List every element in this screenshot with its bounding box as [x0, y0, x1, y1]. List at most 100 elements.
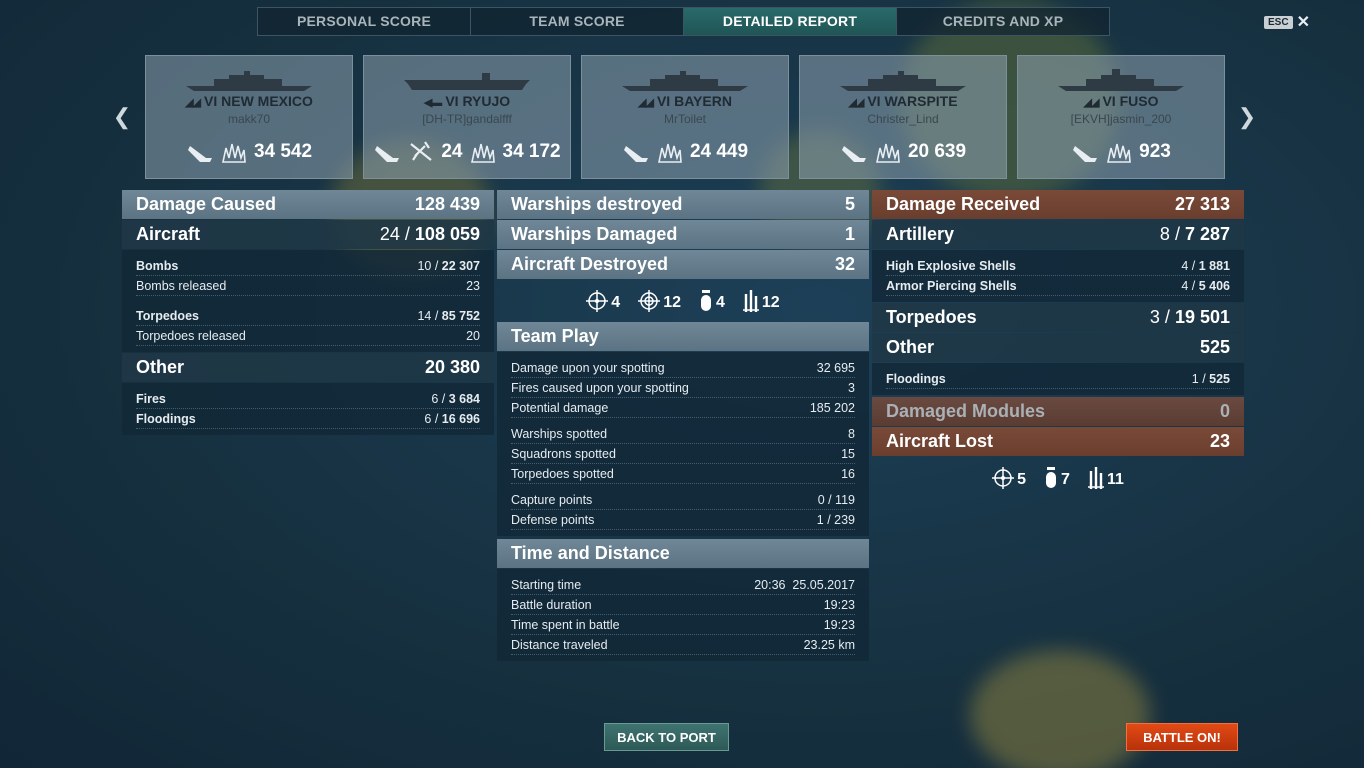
- player-name: Christer_Lind: [867, 112, 939, 126]
- torpedoes-received-header: Torpedoes 3 / 19 501: [872, 303, 1244, 332]
- ship-card[interactable]: ◢◢ VI BAYERN MrToilet 24 449: [581, 55, 789, 179]
- bomb-icon: [1046, 467, 1057, 488]
- player-name: makk70: [227, 112, 271, 126]
- stat-row: Defense points 1 / 239: [511, 510, 855, 530]
- ship-tier: VI: [445, 93, 459, 109]
- stat-row: Capture points 0 / 119: [511, 490, 855, 510]
- close-icon[interactable]: ✕: [1297, 12, 1310, 32]
- stat-row: Bombs released 23: [136, 276, 480, 296]
- stat-row: Time spent in battle 19:23: [511, 615, 855, 635]
- damage-value: 34 542: [253, 141, 313, 162]
- back-to-port-button[interactable]: BACK TO PORT: [604, 723, 729, 751]
- damaged-modules-header: Damaged Modules 0: [872, 397, 1244, 426]
- stat-row: Squadrons spotted 15: [511, 444, 855, 464]
- warships-destroyed-header: Warships destroyed 5: [497, 190, 869, 219]
- stat-row: Torpedoes released 20: [136, 326, 480, 346]
- bomb-icon: [701, 290, 711, 311]
- planes-shot-down-value: 24: [441, 141, 463, 162]
- damage-value: 24 449: [689, 141, 749, 162]
- tab-team-score[interactable]: TEAM SCORE: [471, 8, 684, 35]
- battleship-class-icon: ◢◢: [848, 97, 864, 109]
- ship-name: FUSO: [1119, 93, 1159, 109]
- fighter-crosshair-icon: [586, 290, 609, 312]
- aircraft-damage-header: Aircraft 24 / 108 059: [122, 220, 494, 249]
- player-name: [DH-TR]gandalfff: [422, 112, 512, 126]
- close-control[interactable]: ESC ✕: [1264, 12, 1310, 32]
- ship-name: WARSPITE: [884, 93, 958, 109]
- damage-received-header: Damage Received 27 313: [872, 190, 1244, 219]
- stat-row: Fires 6 / 3 684: [136, 389, 480, 409]
- torpedo-bombers-lost: 11: [1106, 471, 1124, 488]
- ship-tier: VI: [204, 93, 218, 109]
- top-ships-carousel: ◢◢ VI NEW MEXICO makk70 34 542 ◀▬ VI RYUJO…: [145, 55, 1225, 179]
- time-distance-list: Starting time 20:36 25.05.2017 Battle dur…: [497, 569, 869, 661]
- aircraft-lost-breakdown: 5 7 11: [872, 457, 1244, 499]
- next-arrow-icon[interactable]: ❯: [1237, 104, 1257, 130]
- torpedo-icon: [1087, 467, 1104, 489]
- tab-detailed-report[interactable]: DETAILED REPORT: [684, 8, 897, 35]
- stat-row: Fires caused upon your spotting 3: [511, 378, 855, 398]
- esc-key-hint: ESC: [1264, 15, 1293, 29]
- report-tabs: PERSONAL SCORE TEAM SCORE DETAILED REPOR…: [257, 7, 1110, 36]
- ship-tier: VI: [867, 93, 881, 109]
- team-play-header: Team Play: [497, 322, 869, 351]
- stat-row: Damage upon your spotting 32 695: [511, 358, 855, 378]
- aircraft-destroyed-breakdown: 4 12 4 12: [497, 280, 869, 322]
- stat-row: Floodings 6 / 16 696: [136, 409, 480, 429]
- warships-damaged-header: Warships Damaged 1: [497, 220, 869, 249]
- damage-splash-icon: [1107, 143, 1132, 163]
- ship-card[interactable]: ◢◢ VI NEW MEXICO makk70 34 542: [145, 55, 353, 179]
- damage-received-panel: Damage Received 27 313 Artillery 8 / 7 28…: [872, 190, 1244, 499]
- damage-caused-value: 128 439: [414, 194, 480, 214]
- damage-caused-header: Damage Caused 128 439: [122, 190, 494, 219]
- artillery-header: Artillery 8 / 7 287: [872, 220, 1244, 249]
- ship-card[interactable]: ◢◢ VI FUSO [EKVH]jasmin_200 923: [1017, 55, 1225, 179]
- stat-row: Armor Piercing Shells 4 / 5 406: [886, 276, 1230, 296]
- kills-panel: Warships destroyed 5 Warships Damaged 1 Ai…: [497, 190, 869, 662]
- tab-credits-xp[interactable]: CREDITS AND XP: [897, 8, 1109, 35]
- damage-splash-icon: [221, 143, 246, 163]
- player-name: MrToilet: [663, 112, 706, 126]
- stat-row: Distance traveled 23.25 km: [511, 635, 855, 655]
- battleship-class-icon: ◢◢: [638, 97, 654, 109]
- fighter-crosshair-icon: [992, 467, 1015, 489]
- prev-arrow-icon[interactable]: ❮: [112, 104, 132, 130]
- battle-on-button[interactable]: BATTLE ON!: [1126, 723, 1238, 751]
- ship-name: NEW MEXICO: [221, 93, 313, 109]
- ship-sunk-icon: [623, 146, 648, 162]
- ship-sunk-icon: [841, 146, 866, 162]
- damage-caused-panel: Damage Caused 128 439 Aircraft 24 / 108 …: [122, 190, 494, 436]
- carrier-silhouette-icon: [404, 73, 530, 90]
- tab-personal-score[interactable]: PERSONAL SCORE: [258, 8, 471, 35]
- other-received-breakdown: Floodings 1 / 525: [872, 363, 1244, 395]
- player-name: [EKVH]jasmin_200: [1070, 112, 1172, 126]
- ship-tier: VI: [656, 93, 671, 109]
- stat-row: Torpedoes 14 / 85 752: [136, 306, 480, 326]
- aircraft-lost-header: Aircraft Lost 23: [872, 427, 1244, 456]
- time-distance-header: Time and Distance: [497, 539, 869, 568]
- damage-value: 34 172: [502, 141, 561, 162]
- attack-crosshair-icon: [638, 290, 661, 312]
- artillery-breakdown: High Explosive Shells 4 / 1 881 Armor Pie…: [872, 250, 1244, 302]
- ship-card[interactable]: ◢◢ VI WARSPITE Christer_Lind 20 639: [799, 55, 1007, 179]
- stat-row: Torpedoes spotted 16: [511, 464, 855, 484]
- battleship-silhouette-icon: [622, 71, 748, 91]
- team-play-list: Damage upon your spotting 32 695 Fires ca…: [497, 352, 869, 536]
- stat-row: Battle duration 19:23: [511, 595, 855, 615]
- damage-value: 923: [1139, 141, 1171, 162]
- damage-value: 20 639: [907, 141, 967, 162]
- stat-row: High Explosive Shells 4 / 1 881: [886, 256, 1230, 276]
- ship-sunk-icon: [1073, 146, 1098, 162]
- ship-name: RYUJO: [462, 93, 511, 109]
- other-received-header: Other 525: [872, 333, 1244, 362]
- ship-sunk-icon: [187, 146, 212, 162]
- ship-tier: VI: [1102, 93, 1116, 109]
- aircraft-destroyed-header: Aircraft Destroyed 32: [497, 250, 869, 279]
- torpedo-bombers-destroyed: 12: [761, 294, 780, 311]
- stat-row: Warships spotted 8: [511, 424, 855, 444]
- other-breakdown: Fires 6 / 3 684 Floodings 6 / 16 696: [122, 383, 494, 435]
- battleship-class-icon: ◢◢: [185, 97, 201, 109]
- ship-card[interactable]: ◀▬ VI RYUJO [DH-TR]gandalfff 24 34 172: [363, 55, 571, 179]
- stat-row: Floodings 1 / 525: [886, 369, 1230, 389]
- attack-destroyed: 12: [663, 294, 681, 311]
